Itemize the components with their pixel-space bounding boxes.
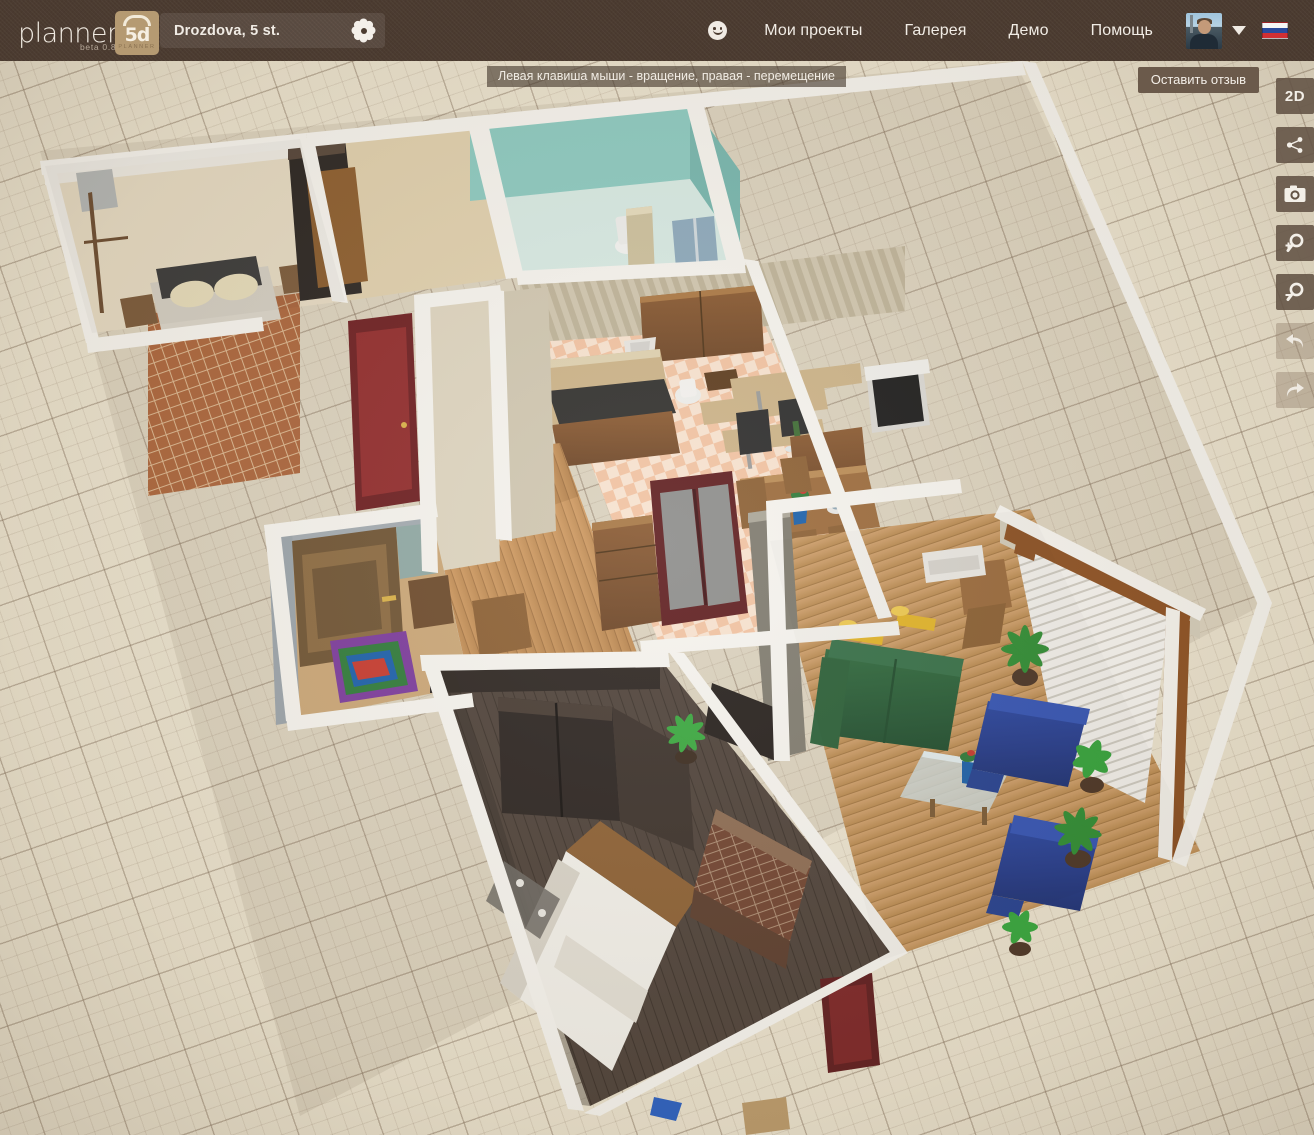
avatar[interactable]: [1186, 12, 1222, 49]
ru-flag-icon[interactable]: [1262, 22, 1288, 39]
logo-badge: 5d PLANNER: [115, 11, 159, 55]
project-title-text[interactable]: Drozdova, 5 st.: [174, 23, 354, 39]
snapshot-button[interactable]: [1276, 176, 1314, 212]
undo-button[interactable]: [1276, 323, 1314, 359]
app-header: planner beta 0.8.0 5d PLANNER Drozdova, …: [0, 0, 1314, 61]
redo-button[interactable]: [1276, 372, 1314, 408]
gear-icon[interactable]: [354, 21, 373, 40]
viewport-toolbar: 2D: [1268, 78, 1314, 421]
zoom-in-button[interactable]: [1276, 225, 1314, 261]
share-button[interactable]: [1276, 127, 1314, 163]
planner5d-app: planner beta 0.8.0 5d PLANNER Drozdova, …: [0, 0, 1314, 1135]
app-logo[interactable]: planner beta 0.8.0 5d PLANNER: [18, 8, 159, 55]
smiley-icon[interactable]: [708, 21, 728, 40]
zoom-out-button[interactable]: [1276, 274, 1314, 310]
zoom-in-icon: [1285, 233, 1304, 252]
chevron-down-icon[interactable]: [1232, 26, 1246, 35]
project-title-field[interactable]: Drozdova, 5 st.: [160, 13, 385, 48]
floorplan-render: [40, 61, 1272, 1135]
viewport-hint-text: Левая клавиша мыши - вращение, правая - …: [487, 66, 847, 87]
nav-item-demo[interactable]: Демо: [988, 22, 1070, 40]
redo-icon: [1286, 383, 1304, 397]
view-2d-button[interactable]: 2D: [1276, 78, 1314, 114]
nav-item-help[interactable]: Помощь: [1070, 22, 1174, 40]
floorplan-3d-scene[interactable]: [0, 61, 1314, 1135]
zoom-out-icon: [1285, 282, 1304, 301]
editor-viewport[interactable]: Левая клавиша мыши - вращение, правая - …: [0, 61, 1314, 1135]
logo-badge-sub: PLANNER: [118, 44, 156, 50]
nav-item-gallery[interactable]: Галерея: [883, 22, 987, 40]
undo-icon: [1286, 334, 1304, 348]
logo-badge-number: 5d: [124, 24, 151, 46]
share-icon: [1286, 137, 1303, 153]
camera-icon: [1284, 185, 1306, 202]
feedback-button[interactable]: Оставить отзыв: [1137, 67, 1259, 93]
view-2d-label: 2D: [1284, 87, 1306, 105]
nav-item-my-projects[interactable]: Мои проекты: [743, 22, 883, 40]
main-navigation: Мои проекты Галерея Демо Помощь: [702, 0, 1306, 61]
